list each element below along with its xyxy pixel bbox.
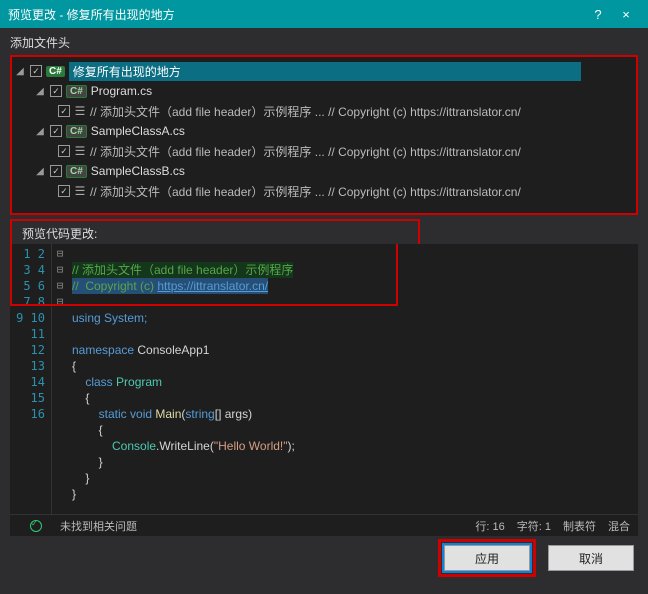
file-name: Program.cs: [91, 84, 152, 98]
apply-highlight: 应用: [438, 539, 536, 577]
tree-file[interactable]: ◢ C# Program.cs: [14, 81, 634, 101]
cs-badge: C#: [66, 165, 87, 178]
detail-text: // 添加头文件（add file header）示例程序 ... // Cop…: [90, 143, 521, 160]
code-line: {: [72, 359, 76, 373]
fix-tree: ◢ C# 修复所有出现的地方 ◢ C# Program.cs ☰ // 添加头文…: [10, 55, 638, 215]
code-line: }: [72, 471, 89, 485]
code-line: }: [72, 455, 103, 469]
file-name: SampleClassA.cs: [91, 124, 185, 138]
checkbox[interactable]: [50, 85, 62, 97]
code-preview: 1 2 3 4 5 6 7 8 9 10 11 12 13 14 15 16 ⊟…: [10, 244, 638, 514]
code-area[interactable]: // 添加头文件（add file header）示例程序 // Copyrig…: [68, 244, 638, 514]
detail-icon: ☰: [74, 144, 86, 158]
titlebar: 预览更改 - 修复所有出现的地方 ? ×: [0, 0, 648, 28]
checkbox[interactable]: [50, 125, 62, 137]
code-line: {: [72, 391, 89, 405]
window-title: 预览更改 - 修复所有出现的地方: [8, 6, 584, 23]
caret-icon[interactable]: ◢: [34, 166, 46, 177]
close-button[interactable]: ×: [612, 7, 640, 22]
preview-code-label: 预览代码更改:: [10, 219, 420, 244]
tree-detail-row[interactable]: ☰ // 添加头文件（add file header）示例程序 ... // C…: [14, 141, 634, 161]
code-token: Console: [72, 439, 156, 453]
cancel-button[interactable]: 取消: [548, 545, 634, 571]
root-label: 修复所有出现的地方: [69, 62, 581, 81]
checkbox[interactable]: [58, 145, 70, 157]
tree-detail-row[interactable]: ☰ // 添加头文件（add file header）示例程序 ... // C…: [14, 101, 634, 121]
caret-icon[interactable]: ◢: [34, 86, 46, 97]
cs-badge: C#: [66, 85, 87, 98]
code-line: }: [72, 487, 76, 501]
code-line: {: [72, 423, 103, 437]
detail-text: // 添加头文件（add file header）示例程序 ... // Cop…: [90, 183, 521, 200]
code-link[interactable]: https://ittranslator.cn/: [157, 279, 268, 293]
checkbox[interactable]: [30, 65, 42, 77]
code-token: "Hello World!": [214, 439, 288, 453]
caret-icon[interactable]: ◢: [14, 66, 26, 77]
button-bar: 应用 取消: [0, 536, 648, 580]
code-token: );: [288, 439, 295, 453]
checkbox[interactable]: [58, 105, 70, 117]
detail-icon: ☰: [74, 104, 86, 118]
detail-text: // 添加头文件（add file header）示例程序 ... // Cop…: [90, 103, 521, 120]
code-token: Main: [155, 407, 181, 421]
code-token: static void: [72, 407, 155, 421]
status-no-issues: 未找到相关问题: [60, 518, 137, 534]
help-button[interactable]: ?: [584, 7, 612, 22]
fold-column[interactable]: ⊟ ⊟ ⊟ ⊟: [52, 244, 68, 514]
code-token: [] args): [215, 407, 252, 421]
caret-icon[interactable]: ◢: [34, 126, 46, 137]
tree-file[interactable]: ◢ C# SampleClassA.cs: [14, 121, 634, 141]
code-line: // 添加头文件（add file header）示例程序: [72, 262, 293, 278]
status-char: 字符: 1: [517, 518, 551, 534]
tree-detail-row[interactable]: ☰ // 添加头文件（add file header）示例程序 ... // C…: [14, 181, 634, 201]
code-line: using System;: [72, 311, 147, 325]
checkbox[interactable]: [58, 185, 70, 197]
code-token: ConsoleApp1: [137, 343, 209, 357]
status-tab: 制表符: [563, 518, 596, 534]
detail-icon: ☰: [74, 184, 86, 198]
checkbox[interactable]: [50, 165, 62, 177]
status-mode: 混合: [608, 518, 630, 534]
code-line: // Copyright (c): [72, 279, 157, 293]
file-name: SampleClassB.cs: [91, 164, 185, 178]
code-token: class: [72, 375, 116, 389]
tree-root[interactable]: ◢ C# 修复所有出现的地方: [14, 61, 634, 81]
add-header-label: 添加文件头: [0, 28, 648, 55]
cs-badge: C#: [46, 66, 65, 77]
code-token: .WriteLine(: [156, 439, 214, 453]
status-line: 行: 16: [475, 518, 504, 534]
ok-icon: [30, 520, 42, 532]
code-token: string: [185, 407, 214, 421]
cs-badge: C#: [66, 125, 87, 138]
line-gutter: 1 2 3 4 5 6 7 8 9 10 11 12 13 14 15 16: [10, 244, 52, 514]
code-token: Program: [116, 375, 162, 389]
status-bar: 未找到相关问题 行: 16 字符: 1 制表符 混合: [10, 514, 638, 536]
code-token: namespace: [72, 343, 137, 357]
tree-file[interactable]: ◢ C# SampleClassB.cs: [14, 161, 634, 181]
apply-button[interactable]: 应用: [444, 545, 530, 571]
